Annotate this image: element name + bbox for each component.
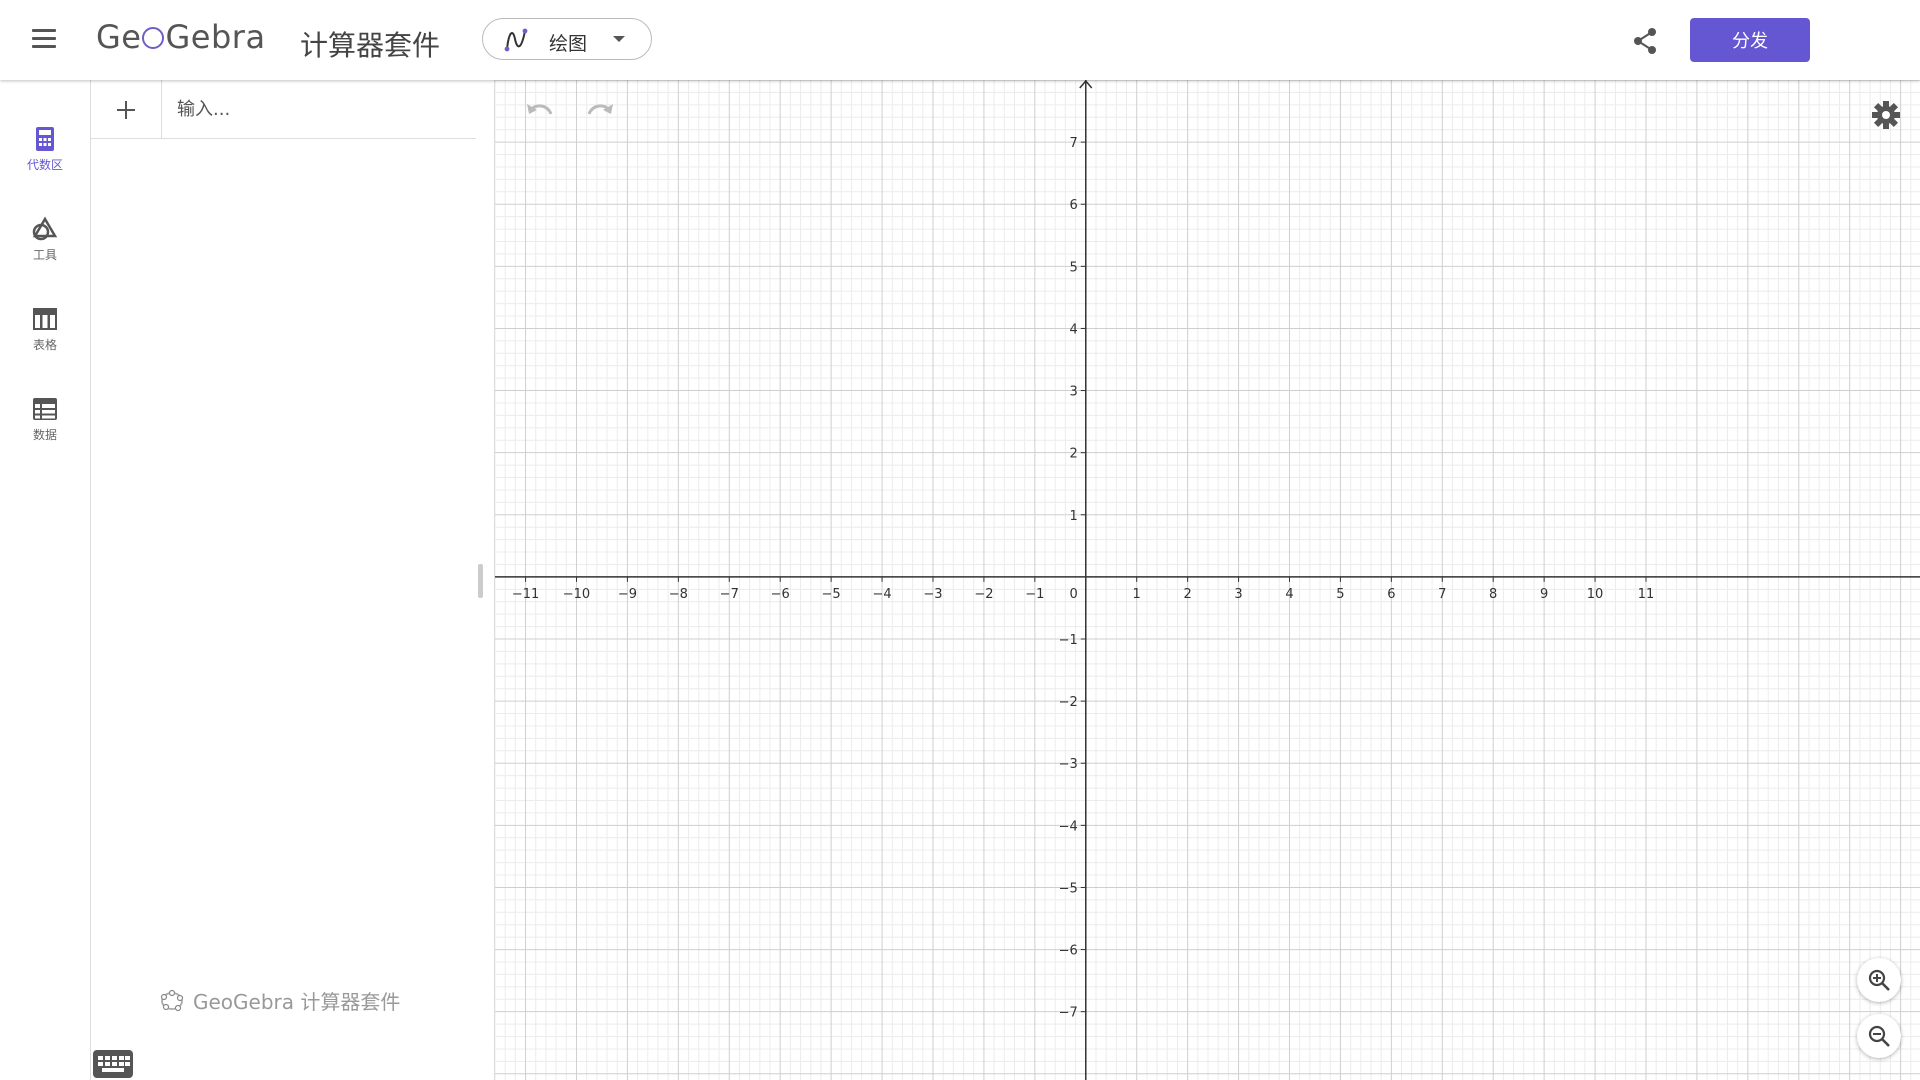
algebra-input[interactable] [175,92,469,126]
calculator-icon [36,127,54,151]
y-tick-label: −7 [1059,1006,1078,1021]
x-tick-label: −4 [872,587,891,602]
panel-resize-handle[interactable] [478,564,483,598]
chevron-down-icon [613,36,625,42]
graph-icon [504,28,528,52]
rail-item-data[interactable]: 数据 [0,396,90,476]
zoom-out-icon [1868,1025,1890,1047]
keyboard-icon[interactable] [93,1050,133,1078]
y-tick-label: 3 [1069,385,1077,400]
y-tick-label: 7 [1069,136,1077,151]
data-sheet-icon [33,398,57,420]
x-tick-label: −7 [720,587,739,602]
top-app-bar: Ge Gebra 计算器套件 绘图 分发 [0,0,1920,80]
x-tick-label: 6 [1387,587,1395,602]
y-tick-label: 2 [1069,447,1077,462]
share-icon[interactable] [1628,24,1662,58]
y-tick-label: 5 [1069,260,1077,275]
x-tick-label: 3 [1234,587,1242,602]
rail-item-table[interactable]: 表格 [0,306,90,386]
x-tick-label: 1 [1133,587,1141,602]
graphics-view[interactable]: −11 −10 −9 −8 −7 −6 −5 −4 −3 −2 −1 1 2 3 4 5 6 7 8 9 10 11 7 6 5… [494,80,1920,1080]
rail-item-label: 数据 [32,428,57,442]
x-tick-label: 4 [1285,587,1293,602]
algebra-input-row [91,80,476,139]
rail-item-label: 工具 [32,248,57,262]
app-picker-label: 绘图 [549,33,588,55]
y-tick-label: −6 [1059,944,1078,959]
x-tick-label: 8 [1489,587,1497,602]
rail-item-tools[interactable]: 工具 [0,216,90,296]
table-icon [33,308,57,330]
rail-item-label: 代数区 [26,158,63,172]
y-tick-label: 1 [1069,509,1077,524]
coordinate-grid[interactable]: −11 −10 −9 −8 −7 −6 −5 −4 −3 −2 −1 1 2 3 4 5 6 7 8 9 10 11765… [495,80,1920,1080]
x-tick-label: −2 [974,587,993,602]
geogebra-logo: Ge Gebra [96,18,266,56]
x-tick-label: −5 [822,587,841,602]
y-tick-label: −4 [1059,819,1078,834]
x-tick-label: −10 [563,587,590,602]
x-tick-label: 10 [1587,587,1604,602]
x-tick-label: 11 [1638,587,1655,602]
x-tick-label: −3 [923,587,942,602]
publish-button[interactable]: 分发 [1690,18,1810,62]
algebra-panel: GeoGebra 计算器套件 [91,80,494,1080]
zoom-in-icon [1868,969,1890,991]
y-tick-label: −1 [1059,633,1078,648]
undo-icon[interactable] [523,98,557,128]
x-tick-label: −6 [771,587,790,602]
menu-icon[interactable] [26,24,62,56]
y-tick-label: −2 [1059,695,1078,710]
y-tick-label: −3 [1059,757,1078,772]
y-tick-label: −5 [1059,881,1078,896]
x-tick-label: 5 [1336,587,1344,602]
x-tick-label: −9 [618,587,637,602]
shapes-icon [32,216,58,241]
footer-brand-text: GeoGebra 计算器套件 [193,990,401,1014]
zoom-out-button[interactable] [1857,1014,1901,1058]
rail-item-label: 表格 [32,338,57,352]
redo-icon[interactable] [583,98,617,128]
x-tick-label: 7 [1438,587,1446,602]
footer-brand: GeoGebra 计算器套件 [159,986,400,1015]
x-tick-label: 2 [1183,587,1191,602]
add-icon[interactable] [109,94,141,126]
geogebra-logo-icon [160,989,184,1012]
zoom-in-button[interactable] [1857,958,1901,1002]
x-tick-label: 9 [1540,587,1548,602]
gear-icon[interactable] [1869,98,1903,132]
y-tick-label: 4 [1069,322,1077,337]
x-tick-label: −8 [669,587,688,602]
app-picker-dropdown[interactable]: 绘图 [482,18,652,60]
x-tick-label: −11 [512,587,539,602]
divider [161,80,162,138]
origin-label: 0 [1069,587,1077,602]
suite-title: 计算器套件 [300,29,441,62]
rail-item-algebra[interactable]: 代数区 [0,126,90,206]
x-tick-label: −1 [1025,587,1044,602]
y-tick-label: 6 [1069,198,1077,213]
left-navigation-rail: 代数区 工具 表格 数据 [0,80,91,1080]
